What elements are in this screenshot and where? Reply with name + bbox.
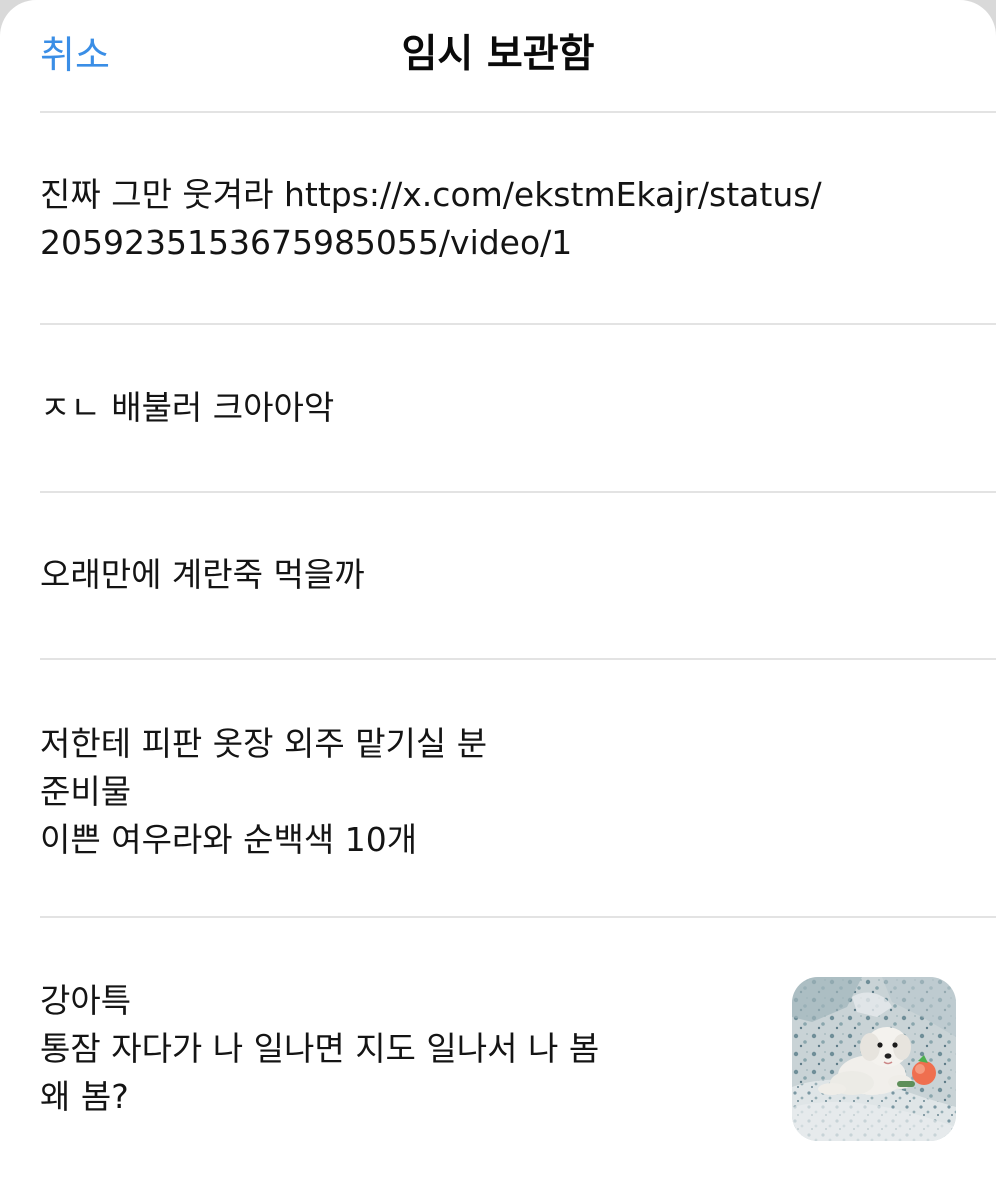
draft-text: 강아특 통잠 자다가 나 일나면 지도 일나서 나 봄 왜 봄? [40, 981, 600, 1116]
draft-text: ㅈㄴ 배불러 크아아악 [40, 388, 335, 427]
draft-image-thumbnail[interactable] [792, 977, 956, 1141]
draft-item[interactable]: ㅈㄴ 배불러 크아아악 [0, 325, 996, 491]
dog-photo-icon [792, 977, 956, 1141]
page-title: 임시 보관함 [401, 32, 595, 77]
draft-item[interactable]: 오래만에 계란죽 먹을까 [0, 493, 996, 658]
draft-text: 진짜 그만 웃겨라 https://x.com/ekstmEkajr/statu… [40, 175, 822, 262]
draft-item[interactable]: 저한테 피판 옷장 외주 맡기실 분 준비물 이쁜 여우라와 순백색 10개 [0, 660, 996, 916]
draft-item[interactable]: 진짜 그만 웃겨라 https://x.com/ekstmEkajr/statu… [0, 113, 996, 323]
draft-text: 오래만에 계란죽 먹을까 [40, 555, 365, 594]
draft-text: 저한테 피판 옷장 외주 맡기실 분 준비물 이쁜 여우라와 순백색 10개 [40, 724, 488, 859]
sheet-header: 취소 임시 보관함 [0, 0, 996, 112]
drafts-sheet: 취소 임시 보관함 진짜 그만 웃겨라 https://x.com/ekstmE… [0, 0, 996, 1200]
